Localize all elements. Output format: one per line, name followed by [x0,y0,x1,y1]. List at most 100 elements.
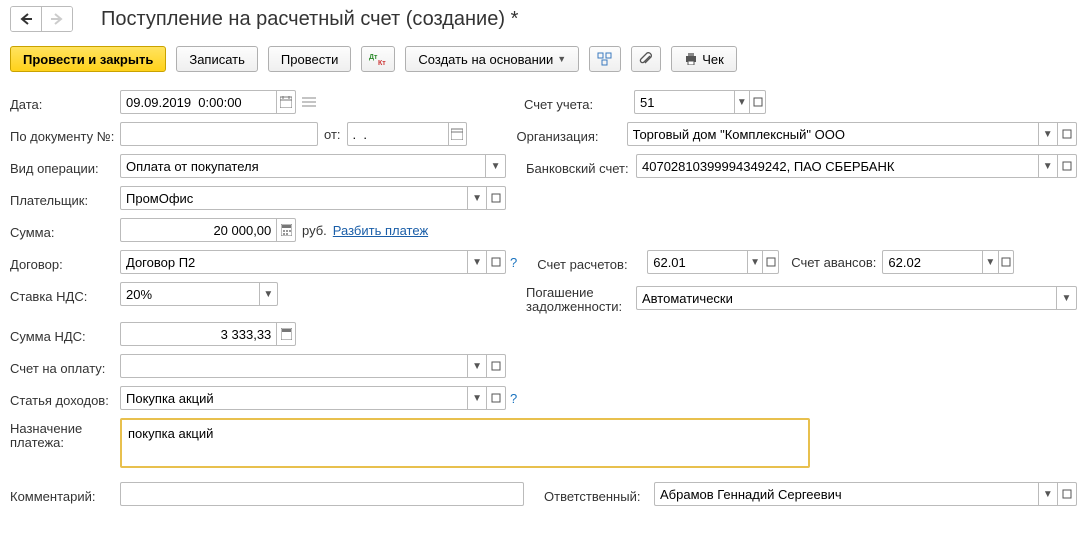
open-icon[interactable] [998,251,1014,273]
responsible-label: Ответственный: [544,485,654,504]
org-input-group: ▼ [627,122,1077,146]
payer-input[interactable] [121,187,467,209]
vat-sum-input[interactable] [121,323,276,345]
responsible-group: ▼ [654,482,1077,506]
post-button[interactable]: Провести [268,46,352,72]
amount-input[interactable] [121,219,276,241]
forward-button[interactable] [41,7,72,31]
vat-sum-group [120,322,296,346]
debt-input[interactable] [637,287,1056,309]
debt-label: Погашение задолженности: [526,282,636,314]
chevron-down-icon[interactable]: ▼ [467,387,486,409]
operation-label: Вид операции: [10,157,120,176]
doc-from-input[interactable] [348,123,448,145]
svg-text:Кт: Кт [378,60,386,66]
comment-input[interactable] [121,483,523,505]
svg-text:Дт: Дт [369,54,378,61]
advance-acc-label: Счет авансов: [791,255,876,270]
advance-acc-input[interactable] [883,251,982,273]
calculator-icon[interactable] [276,323,295,345]
income-item-input[interactable] [121,387,467,409]
back-button[interactable] [11,7,41,31]
attach-button[interactable] [631,46,661,72]
calendar-icon[interactable] [448,123,466,145]
vat-rate-input[interactable] [121,283,259,305]
date-label: Дата: [10,93,120,112]
bank-acc-input[interactable] [637,155,1038,177]
nav-buttons [10,6,73,32]
open-icon[interactable] [486,251,505,273]
comment-label: Комментарий: [10,485,120,504]
amount-label: Сумма: [10,221,120,240]
chevron-down-icon[interactable]: ▼ [1038,123,1057,145]
contract-label: Договор: [10,253,120,272]
income-item-label: Статья доходов: [10,389,120,408]
chevron-down-icon[interactable]: ▼ [747,251,763,273]
help-icon[interactable]: ? [510,255,517,270]
chevron-down-icon[interactable]: ▼ [259,283,277,305]
dt-kt-button[interactable]: ДтКт [361,46,395,72]
calendar-icon[interactable] [276,91,295,113]
chevron-down-icon[interactable]: ▼ [1038,483,1057,505]
amount-input-group [120,218,296,242]
debt-group: ▼ [636,286,1077,310]
post-and-close-button[interactable]: Провести и закрыть [10,46,166,72]
chevron-down-icon[interactable]: ▼ [982,251,998,273]
responsible-input[interactable] [655,483,1038,505]
chevron-down-icon[interactable]: ▼ [467,355,486,377]
open-icon[interactable] [749,91,765,113]
check-label: Чек [702,52,724,67]
doc-num-input[interactable] [121,123,317,145]
doc-num-label: По документу №: [10,125,120,144]
create-based-on-label: Создать на основании [418,52,553,67]
org-label: Организация: [517,125,627,144]
page-title: Поступление на расчетный счет (создание)… [101,8,518,31]
org-input[interactable] [628,123,1038,145]
chevron-down-icon[interactable]: ▼ [467,251,486,273]
comment-group [120,482,524,506]
payer-input-group: ▼ [120,186,506,210]
open-icon[interactable] [486,387,505,409]
invoice-input[interactable] [121,355,467,377]
doc-num-input-group [120,122,318,146]
check-button[interactable]: Чек [671,46,737,72]
contract-input[interactable] [121,251,467,273]
chevron-down-icon[interactable]: ▼ [467,187,486,209]
open-icon[interactable] [1057,155,1076,177]
vat-rate-label: Ставка НДС: [10,285,120,304]
settle-acc-label: Счет расчетов: [537,253,647,272]
chevron-down-icon[interactable]: ▼ [1056,287,1076,309]
income-item-group: ▼ [120,386,506,410]
chevron-down-icon[interactable]: ▼ [1038,155,1057,177]
split-payment-link[interactable]: Разбить платеж [333,223,428,238]
open-icon[interactable] [1057,483,1076,505]
date-input-group [120,90,296,114]
save-button[interactable]: Записать [176,46,258,72]
purpose-input[interactable]: покупка акций [120,418,810,468]
bank-acc-label: Банковский счет: [526,157,636,176]
account-input[interactable] [635,91,734,113]
advance-acc-group: ▼ [882,250,1014,274]
from-label: от: [324,127,341,142]
contract-input-group: ▼ [120,250,506,274]
structure-button[interactable] [589,46,621,72]
payer-label: Плательщик: [10,189,120,208]
chevron-down-icon: ▼ [557,54,566,64]
settle-acc-input[interactable] [648,251,747,273]
account-input-group: ▼ [634,90,766,114]
operation-input-group: ▼ [120,154,506,178]
invoice-group: ▼ [120,354,506,378]
list-icon[interactable] [302,96,316,108]
open-icon[interactable] [1057,123,1076,145]
calculator-icon[interactable] [276,219,295,241]
create-based-on-button[interactable]: Создать на основании ▼ [405,46,579,72]
chevron-down-icon[interactable]: ▼ [485,155,505,177]
operation-input[interactable] [121,155,485,177]
open-icon[interactable] [486,355,505,377]
open-icon[interactable] [762,251,778,273]
open-icon[interactable] [486,187,505,209]
help-icon[interactable]: ? [510,391,517,406]
bank-acc-input-group: ▼ [636,154,1077,178]
chevron-down-icon[interactable]: ▼ [734,91,750,113]
date-input[interactable] [121,91,276,113]
